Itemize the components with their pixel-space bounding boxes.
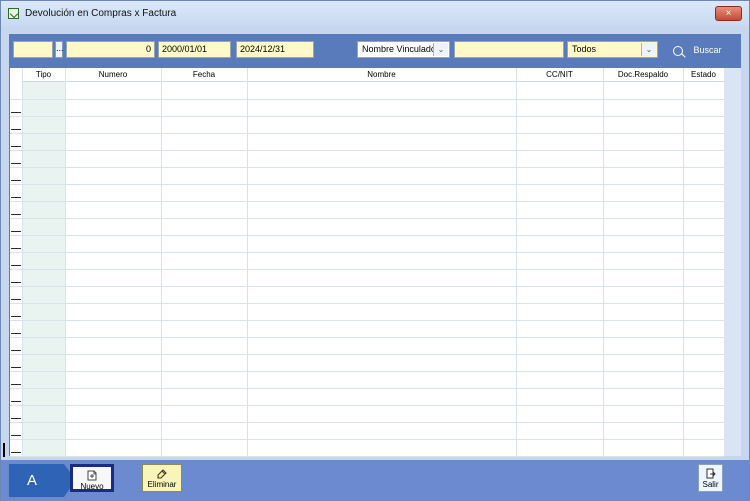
row-marker [11,129,21,130]
row-marker [11,248,21,249]
row-marker [11,333,21,334]
grid-column-line [683,68,684,456]
eraser-icon [156,468,168,481]
column-tipo[interactable]: Tipo [22,68,65,81]
row-marker [11,418,21,419]
row-marker [11,384,21,385]
date-to-field[interactable]: 2024/12/31 [236,41,314,58]
grid-row-line [10,269,724,270]
new-document-icon [86,470,98,483]
grid-row-line [10,201,724,202]
grid-row-line [10,303,724,304]
column-cc-nit[interactable]: CC/NIT [516,68,603,81]
linked-type-select[interactable]: Nombre Vinculado ⌄ [357,41,450,58]
grid-row-line [10,218,724,219]
grid-row-line [10,320,724,321]
chevron-down-icon: ⌄ [641,43,656,56]
row-marker [11,180,21,181]
grid-column-line [161,68,162,456]
row-marker [11,214,21,215]
table-header: Tipo Numero Fecha Nombre CC/NIT Doc.Resp… [10,68,724,82]
row-marker [11,435,21,436]
new-label: Nuevo [80,482,104,491]
number-field[interactable]: 0 [66,41,155,58]
grid-row-line [10,337,724,338]
grid-row-line [10,235,724,236]
grid-row-line [10,99,724,100]
status-select[interactable]: Todos ⌄ [567,41,658,58]
chevron-down-icon: ⌄ [433,43,448,56]
grid-row-line [10,405,724,406]
row-marker [11,350,21,351]
filter-bar: ... 0 2000/01/01 2024/12/31 Nombre Vincu… [13,41,729,61]
scroll-marker [3,443,5,457]
grid-column-line [247,68,248,456]
grid-column-line [22,68,23,456]
grid-row-line [10,150,724,151]
window-title: Devolución en Compras x Factura [25,8,177,19]
row-marker [11,316,21,317]
column-fecha[interactable]: Fecha [161,68,247,81]
search-button[interactable]: Buscar [673,41,722,59]
browse-button[interactable]: ... [55,41,64,58]
title-bar: Devolución en Compras x Factura × [1,1,749,27]
grid-row-line [10,286,724,287]
app-icon [8,8,19,19]
row-marker [11,265,21,266]
a-tab[interactable]: A [9,464,76,497]
main-panel: ... 0 2000/01/01 2024/12/31 Nombre Vincu… [9,34,741,490]
row-marker [11,401,21,402]
column-doc-respaldo[interactable]: Doc.Respaldo [603,68,683,81]
column-estado[interactable]: Estado [683,68,724,81]
exit-label: Salir [702,480,719,489]
grid-row-line [10,388,724,389]
new-button[interactable]: Nuevo [70,464,114,492]
grid-row-line [10,422,724,423]
app-window: Devolución en Compras x Factura × ... 0 … [0,0,750,501]
grid-row-line [10,252,724,253]
exit-button[interactable]: Salir [698,464,723,492]
column-nombre[interactable]: Nombre [247,68,516,81]
linked-value-field[interactable] [454,41,564,58]
grid-row-line [10,133,724,134]
grid-column-line [516,68,517,456]
row-marker [11,197,21,198]
date-from-field[interactable]: 2000/01/01 [158,41,231,58]
footer-bar: A Nuevo Eliminar Salir [1,460,749,501]
search-label: Buscar [693,45,722,55]
status-value: Todos [572,44,597,54]
grid-row-line [10,116,724,117]
results-table[interactable]: Tipo Numero Fecha Nombre CC/NIT Doc.Resp… [10,68,725,490]
close-button[interactable]: × [715,6,742,21]
grid-column-line [65,68,66,456]
row-marker [11,452,21,453]
grid-row-line [10,354,724,355]
linked-type-value: Nombre Vinculado [362,44,436,54]
row-marker [11,146,21,147]
delete-label: Eliminar [147,480,177,489]
vertical-scroll-area[interactable] [724,68,741,456]
code-field[interactable] [13,41,53,58]
row-marker [11,231,21,232]
grid-row-line [10,167,724,168]
row-marker [11,163,21,164]
grid-column-line [603,68,604,456]
exit-icon [705,468,717,481]
column-numero[interactable]: Numero [65,68,161,81]
row-marker [11,282,21,283]
search-icon [673,45,683,56]
grid-row-line [10,439,724,440]
grid-row-line [10,184,724,185]
grid-row-line [10,456,724,457]
delete-button[interactable]: Eliminar [142,464,182,492]
row-marker [11,367,21,368]
row-marker [11,299,21,300]
row-marker [11,112,21,113]
grid-row-line [10,371,724,372]
